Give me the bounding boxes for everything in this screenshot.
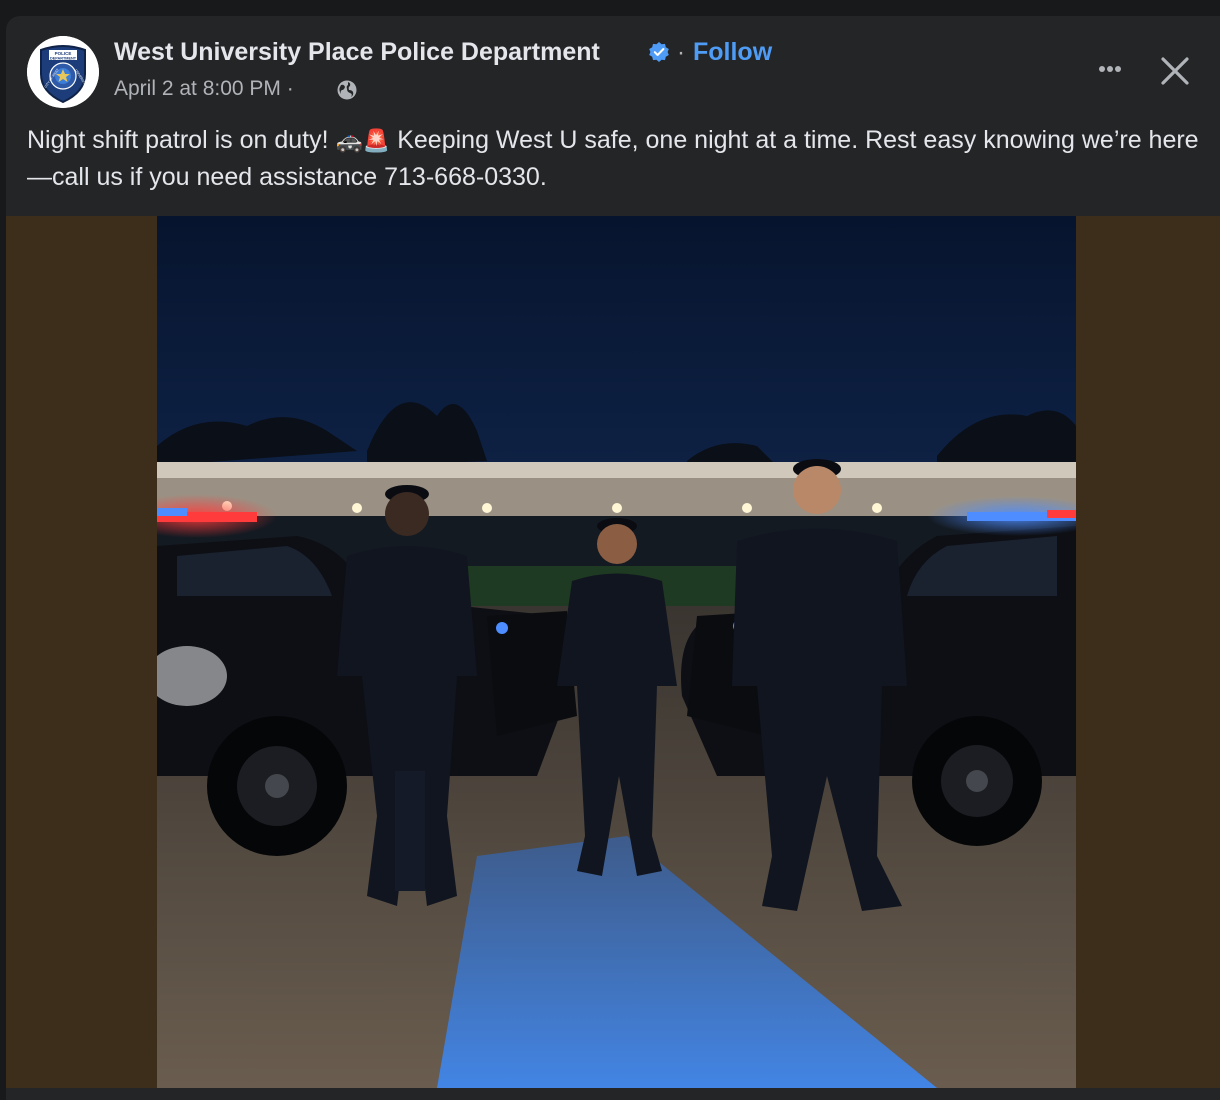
post-card: POLICE DEPARTMENT CITY OF WEST UNIVERSIT… bbox=[6, 16, 1220, 1100]
avatar[interactable]: POLICE DEPARTMENT CITY OF WEST UNIVERSIT… bbox=[27, 36, 99, 108]
timestamp-link[interactable]: April 2 at 8:00 PM bbox=[114, 77, 281, 100]
meta-separator: · bbox=[286, 77, 294, 100]
page-name-link[interactable]: West University Place Police Department bbox=[114, 38, 600, 67]
post-footer-edge bbox=[6, 1088, 1220, 1100]
police-car-emoji: 🚓🚨 bbox=[335, 128, 391, 153]
police-badge-icon: POLICE DEPARTMENT CITY OF WEST UNIVERSIT… bbox=[27, 36, 99, 108]
post-text: Night shift patrol is on duty! 🚓🚨 Keepin… bbox=[27, 122, 1207, 195]
verified-badge-icon bbox=[649, 42, 669, 62]
post-photo[interactable] bbox=[157, 216, 1076, 1088]
post-meta: April 2 at 8:00 PM · bbox=[114, 77, 294, 101]
follow-button[interactable]: Follow bbox=[693, 38, 772, 67]
post-header: POLICE DEPARTMENT CITY OF WEST UNIVERSIT… bbox=[6, 16, 1220, 116]
separator-dot: · bbox=[677, 39, 685, 66]
post-text-part1: Night shift patrol is on duty! bbox=[27, 126, 336, 154]
badge-text-line2: DEPARTMENT bbox=[50, 57, 77, 61]
post-media[interactable] bbox=[6, 216, 1220, 1088]
globe-icon[interactable] bbox=[336, 79, 358, 101]
close-icon[interactable] bbox=[1156, 52, 1194, 90]
more-options-icon[interactable] bbox=[1090, 54, 1130, 84]
badge-text-top: POLICE bbox=[55, 51, 72, 56]
